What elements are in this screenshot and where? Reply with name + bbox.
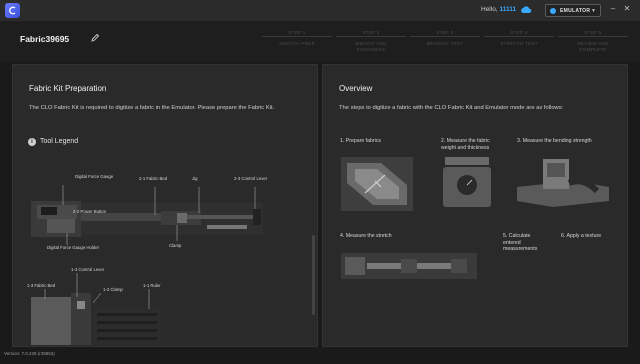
info-icon: i	[28, 138, 36, 146]
chevron-down-icon: ▼	[591, 8, 596, 14]
minimize-icon[interactable]: –	[608, 4, 618, 13]
label-control-lever-2: 1-4 Control Lever	[71, 267, 105, 272]
greeting: Hello, 11111	[481, 6, 517, 13]
label-ruler: 1-1 Ruler	[143, 283, 161, 288]
label-jig: Jig	[192, 176, 198, 181]
step-name: WEIGHT AND THICKNESS	[355, 41, 387, 52]
fabric-name: Fabric39695	[20, 34, 70, 44]
label-fabric-bed: 2-1 Fabric Bed	[139, 176, 168, 181]
label-power-button: 2-2 Power Button	[73, 209, 107, 214]
stretch-test-image	[341, 253, 477, 279]
step-3: STEP 3 BENDING TEST	[410, 22, 480, 62]
step-number: STEP 2	[362, 30, 380, 35]
stretch-tester-image	[31, 273, 161, 345]
step-4: STEP 4 STRETCH TEST	[484, 22, 554, 62]
step-name: STRETCH TEST	[500, 41, 538, 46]
step-number: STEP 4	[510, 30, 528, 35]
username[interactable]: 11111	[499, 6, 516, 13]
overview-step-3: 3. Measure the bending strength	[517, 138, 592, 144]
label-fabric-bed-2: 1-3 Fabric Bed	[27, 283, 56, 288]
overview-step-2: 2. Measure the fabric weight and thickne…	[441, 138, 490, 151]
app-logo	[5, 3, 20, 18]
step-name: SWATCH PREP	[279, 41, 315, 46]
step-progress: STEP 1 SWATCH PREP STEP 2 WEIGHT AND THI…	[262, 22, 632, 62]
panel-divider	[319, 64, 321, 347]
bending-test-image	[517, 159, 609, 207]
label-clamp-2: 1-2 Clamp	[103, 287, 123, 292]
step-2: STEP 2 WEIGHT AND THICKNESS	[336, 22, 406, 62]
scrollbar[interactable]	[312, 235, 315, 315]
panel-title: Fabric Kit Preparation	[29, 84, 107, 93]
panel-title: Overview	[339, 84, 373, 93]
label-clamp: Clamp	[169, 243, 182, 248]
overview-step-4: 4. Measure the stretch	[340, 233, 392, 239]
step-name: BENDING TEST	[426, 41, 464, 46]
bending-tester-image	[31, 185, 263, 245]
close-icon[interactable]: ✕	[622, 4, 632, 13]
panel-description: The steps to digitize a fabric with the …	[339, 105, 564, 111]
step-number: STEP 5	[584, 30, 602, 35]
step-number: STEP 3	[436, 30, 454, 35]
cloud-sync-icon[interactable]	[520, 5, 532, 15]
emulator-icon	[550, 8, 556, 14]
mode-label: EMULATOR	[560, 8, 591, 14]
top-bar: Hello, 11111 EMULATOR ▼ – ✕	[0, 0, 640, 22]
label-gauge-holder: Digital Force Gauge Holder	[47, 245, 100, 250]
overview-step-1: 1. Prepare fabrics	[340, 138, 381, 144]
fabric-kit-panel: Fabric Kit Preparation The CLO Fabric Ki…	[12, 64, 318, 347]
label-control-lever: 2-3 Control Lever	[234, 176, 268, 181]
overview-panel: Overview The steps to digitize a fabric …	[322, 64, 628, 347]
prepare-fabrics-image	[341, 157, 413, 211]
mode-selector[interactable]: EMULATOR ▼	[545, 4, 601, 17]
step-name: REVIEW AND COMPLETE	[577, 41, 609, 52]
step-5: STEP 5 REVIEW AND COMPLETE	[558, 22, 628, 62]
scale-image	[443, 157, 491, 207]
panel-description: The CLO Fabric Kit is required to digiti…	[29, 105, 275, 111]
bending-tester-diagram: Digital Force Gauge 2-1 Fabric Bed Jig 2…	[27, 173, 267, 253]
tool-legend-title: Tool Legend	[40, 138, 79, 145]
overview-step-5: 5. Calculate entered measurements	[503, 233, 538, 252]
overview-step-6: 6. Apply a texture	[561, 233, 602, 239]
version-label: Version: 7.0.228 (r39853)	[4, 351, 55, 356]
pencil-icon[interactable]	[90, 33, 100, 43]
step-1: STEP 1 SWATCH PREP	[262, 22, 332, 62]
step-number: STEP 1	[288, 30, 306, 35]
label-force-gauge: Digital Force Gauge	[75, 174, 114, 179]
stretch-tester-diagram: 1-4 Control Lever 1-3 Fabric Bed 1-2 Cla…	[27, 267, 167, 347]
